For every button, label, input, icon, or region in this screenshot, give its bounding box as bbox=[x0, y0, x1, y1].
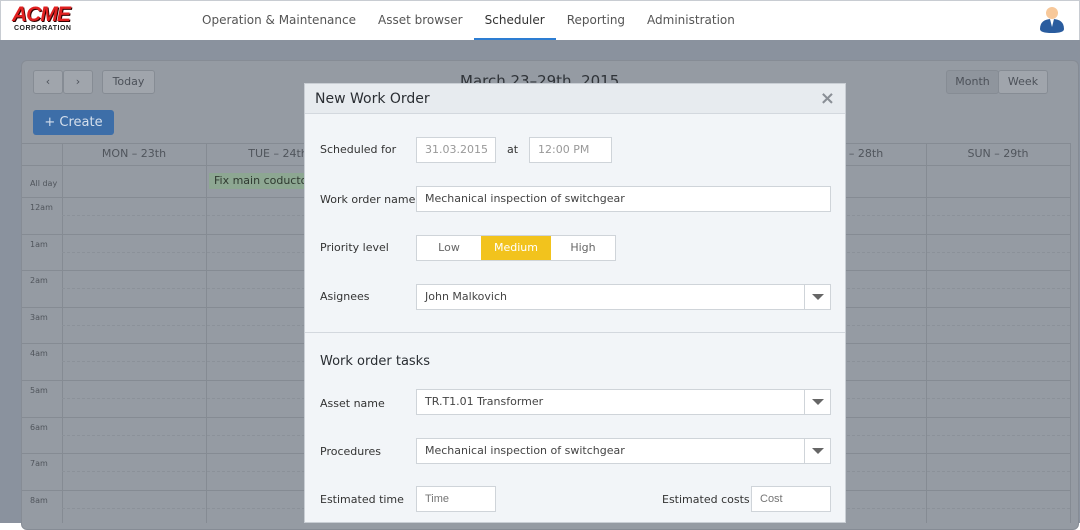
grid-line bbox=[206, 143, 207, 523]
est-cost-label: Estimated costs bbox=[662, 493, 750, 506]
close-icon[interactable]: × bbox=[820, 84, 835, 114]
hour-label: 3am bbox=[30, 312, 48, 322]
nav-reporting[interactable]: Reporting bbox=[556, 1, 636, 41]
chevron-down-icon[interactable] bbox=[804, 285, 830, 309]
today-button[interactable]: Today bbox=[102, 70, 155, 94]
at-label: at bbox=[507, 143, 519, 156]
procedure-value: Mechanical inspection of switchgear bbox=[425, 444, 625, 457]
nav-operation-maintenance[interactable]: Operation & Maintenance bbox=[191, 1, 367, 41]
hour-label: 6am bbox=[30, 422, 48, 432]
est-time-label: Estimated time bbox=[320, 493, 404, 506]
priority-medium[interactable]: Medium bbox=[481, 236, 551, 260]
allday-label: All day bbox=[30, 179, 58, 188]
scheduled-label: Scheduled for bbox=[320, 143, 397, 156]
est-cost-field[interactable] bbox=[752, 487, 830, 511]
name-label: Work order name bbox=[320, 193, 416, 206]
divider bbox=[305, 332, 845, 333]
hour-label: 2am bbox=[30, 276, 48, 286]
chevron-down-icon[interactable] bbox=[804, 390, 830, 414]
grid-line bbox=[1070, 143, 1071, 523]
chevron-down-icon[interactable] bbox=[804, 439, 830, 463]
next-button[interactable]: › bbox=[63, 70, 93, 94]
priority-label: Priority level bbox=[320, 241, 389, 254]
week-view-button[interactable]: Week bbox=[998, 70, 1048, 94]
est-time-input[interactable] bbox=[416, 486, 496, 512]
assignee-value: John Malkovich bbox=[425, 290, 507, 303]
asset-select[interactable]: TR.T1.01 Transformer bbox=[416, 389, 831, 415]
hour-label: 4am bbox=[30, 349, 48, 359]
calendar-event[interactable]: Fix main coductor bbox=[209, 173, 309, 189]
grid-line bbox=[62, 143, 63, 523]
time-input[interactable]: 12:00 PM bbox=[529, 137, 612, 163]
work-order-name-input[interactable]: Mechanical inspection of switchgear bbox=[416, 186, 831, 212]
nav-administration[interactable]: Administration bbox=[636, 1, 746, 41]
hour-label: 1am bbox=[30, 239, 48, 249]
priority-selector: Low Medium High bbox=[416, 235, 616, 261]
new-work-order-dialog: New Work Order × Scheduled for 31.03.2015… bbox=[304, 83, 846, 523]
day-header: SUN – 29th bbox=[967, 147, 1029, 160]
assignees-label: Asignees bbox=[320, 290, 370, 303]
main-nav: Operation & Maintenance Asset browser Sc… bbox=[191, 1, 746, 41]
hour-label: 12am bbox=[30, 203, 53, 212]
dialog-title: New Work Order bbox=[315, 91, 430, 107]
est-cost-input[interactable] bbox=[751, 486, 831, 512]
hour-label: 7am bbox=[30, 459, 48, 469]
hour-label: 5am bbox=[30, 386, 48, 395]
est-time-field[interactable] bbox=[417, 487, 495, 511]
user-avatar-icon[interactable] bbox=[1039, 5, 1065, 33]
acme-logo[interactable]: ACME CORPORATION bbox=[12, 4, 76, 35]
date-input[interactable]: 31.03.2015 bbox=[416, 137, 496, 163]
create-button[interactable]: + Create bbox=[33, 110, 114, 135]
month-view-button[interactable]: Month bbox=[946, 70, 999, 94]
top-bar: ACME CORPORATION Operation & Maintenance … bbox=[0, 0, 1080, 41]
grid-line bbox=[926, 143, 927, 523]
tasks-title: Work order tasks bbox=[320, 354, 430, 369]
nav-scheduler[interactable]: Scheduler bbox=[473, 1, 556, 41]
procedures-label: Procedures bbox=[320, 445, 381, 458]
asset-value: TR.T1.01 Transformer bbox=[425, 395, 544, 408]
priority-high[interactable]: High bbox=[551, 236, 615, 260]
day-header: MON – 23th bbox=[101, 147, 167, 160]
priority-low[interactable]: Low bbox=[417, 236, 481, 260]
asset-label: Asset name bbox=[320, 397, 385, 410]
hour-label: 8am bbox=[30, 495, 48, 505]
procedures-select[interactable]: Mechanical inspection of switchgear bbox=[416, 438, 831, 464]
assignees-select[interactable]: John Malkovich bbox=[416, 284, 831, 310]
nav-asset-browser[interactable]: Asset browser bbox=[367, 1, 474, 41]
prev-button[interactable]: ‹ bbox=[33, 70, 63, 94]
